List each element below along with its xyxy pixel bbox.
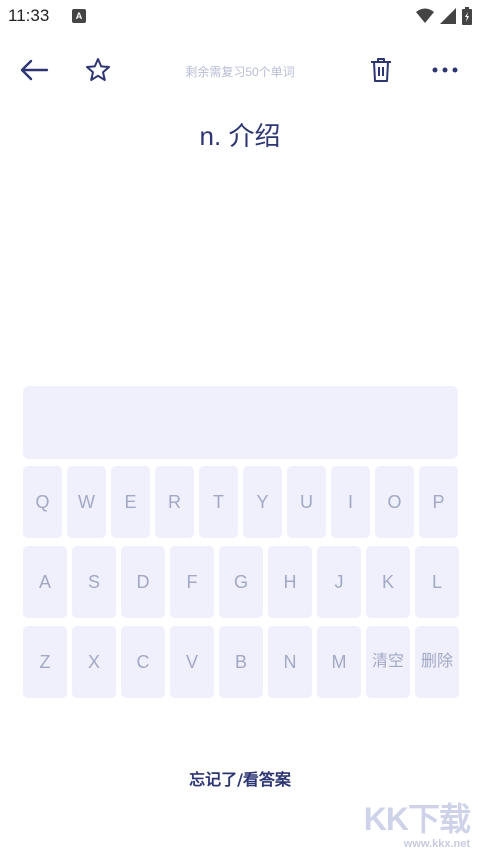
- star-icon[interactable]: [82, 54, 114, 86]
- key-c[interactable]: C: [121, 626, 165, 698]
- key-s[interactable]: S: [72, 546, 116, 618]
- toolbar: 剩余需复习50个单词: [0, 44, 480, 96]
- signal-icon: [440, 8, 456, 28]
- battery-icon: [462, 7, 472, 29]
- key-v[interactable]: V: [170, 626, 214, 698]
- key-t[interactable]: T: [199, 466, 238, 538]
- key-n[interactable]: N: [268, 626, 312, 698]
- screen: 11:33 A 剩余需复习50个单词 n. 介绍 Q W E R T Y U I…: [0, 0, 480, 852]
- back-arrow-icon[interactable]: [18, 54, 50, 86]
- keyboard-row-3: Z X C V B N M 清空 删除: [23, 626, 459, 698]
- key-x[interactable]: X: [72, 626, 116, 698]
- wifi-icon: [416, 8, 434, 28]
- status-icons: [416, 7, 472, 29]
- key-o[interactable]: O: [375, 466, 414, 538]
- key-k[interactable]: K: [366, 546, 410, 618]
- key-q[interactable]: Q: [23, 466, 62, 538]
- key-h[interactable]: H: [268, 546, 312, 618]
- clear-key[interactable]: 清空: [366, 626, 410, 698]
- forgot-show-answer-button[interactable]: 忘记了/看答案: [0, 766, 480, 790]
- key-d[interactable]: D: [121, 546, 165, 618]
- key-b[interactable]: B: [219, 626, 263, 698]
- status-time: 11:33: [8, 6, 50, 25]
- delete-key[interactable]: 删除: [415, 626, 459, 698]
- key-f[interactable]: F: [170, 546, 214, 618]
- answer-input[interactable]: [23, 386, 458, 459]
- key-r[interactable]: R: [155, 466, 194, 538]
- notification-a-icon: A: [72, 9, 86, 23]
- keyboard-row-2: ASDFGHJKL: [23, 546, 459, 618]
- key-l[interactable]: L: [415, 546, 459, 618]
- key-e[interactable]: E: [111, 466, 150, 538]
- watermark-logo: KK下载 www.kkx.net: [358, 794, 476, 850]
- word-definition: n. 介绍: [199, 121, 281, 151]
- trash-icon[interactable]: [365, 54, 397, 86]
- key-g[interactable]: G: [219, 546, 263, 618]
- key-z[interactable]: Z: [23, 626, 67, 698]
- status-bar: 11:33 A: [0, 0, 480, 32]
- key-w[interactable]: W: [67, 466, 106, 538]
- key-p[interactable]: P: [419, 466, 458, 538]
- key-i[interactable]: I: [331, 466, 370, 538]
- key-y[interactable]: Y: [243, 466, 282, 538]
- key-u[interactable]: U: [287, 466, 326, 538]
- remaining-words-text: 剩余需复习50个单词: [185, 65, 295, 79]
- key-j[interactable]: J: [317, 546, 361, 618]
- watermark-url: www.kkx.net: [403, 838, 470, 850]
- key-a[interactable]: A: [23, 546, 67, 618]
- more-icon[interactable]: [429, 54, 461, 86]
- keyboard-row-1: QWERTYUIOP: [23, 466, 458, 538]
- watermark-title: KK下载: [363, 801, 471, 837]
- key-m[interactable]: M: [317, 626, 361, 698]
